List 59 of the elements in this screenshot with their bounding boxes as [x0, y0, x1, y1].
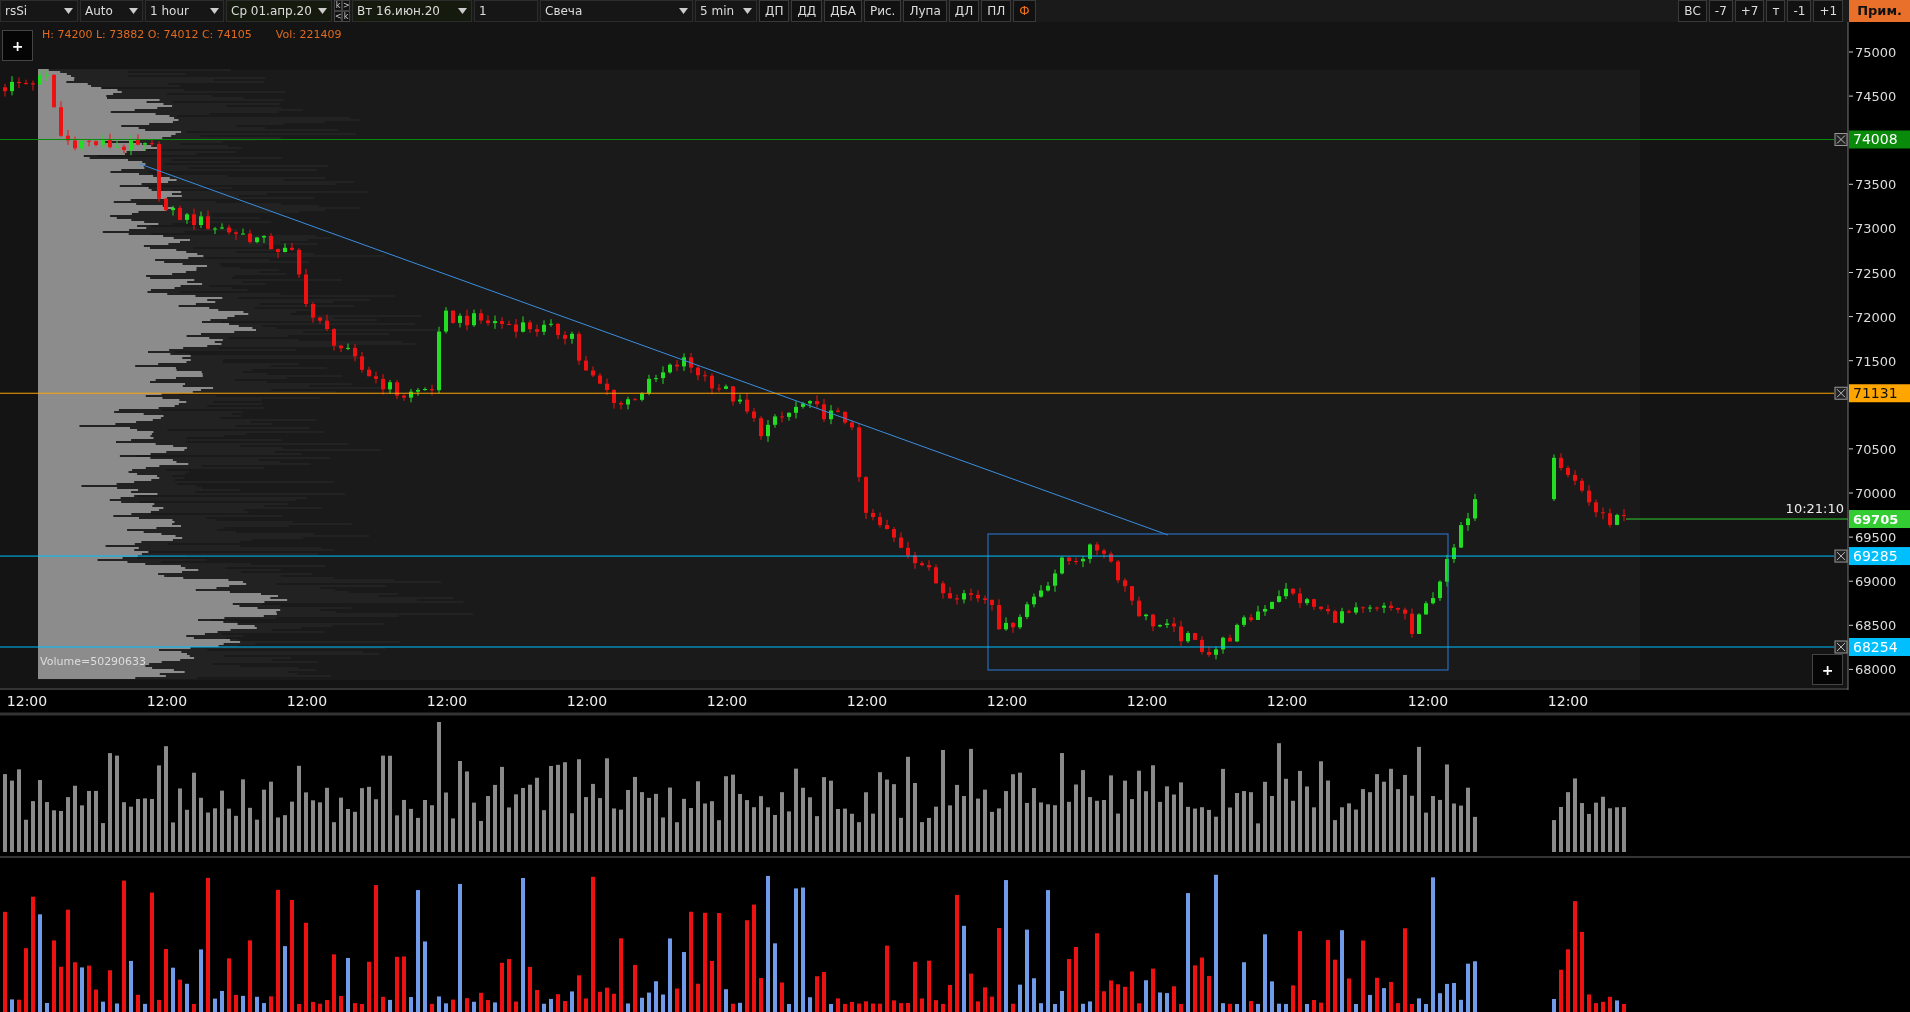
- tool-button[interactable]: ДЛ: [948, 0, 980, 22]
- price-label: 74008: [1849, 130, 1910, 149]
- toolbar-button[interactable]: +7: [1734, 0, 1765, 22]
- price-tick: 70500: [1848, 441, 1897, 457]
- time-tick: 12:00: [6, 693, 48, 709]
- price-tick: 75000: [1848, 45, 1897, 60]
- add-button[interactable]: +: [1812, 654, 1843, 685]
- instrument-dropdown[interactable]: rsSi: [0, 0, 78, 22]
- time-tick: 12:00: [846, 693, 888, 709]
- interval-dropdown[interactable]: 1 hour: [145, 0, 224, 22]
- price-tick: 73500: [1848, 177, 1897, 193]
- add-button[interactable]: +: [2, 30, 33, 61]
- price-label: 68254: [1849, 638, 1910, 656]
- toolbar-button[interactable]: -1: [1787, 0, 1812, 22]
- price-tick: 69000: [1848, 574, 1897, 590]
- price-tick: 68500: [1848, 618, 1897, 634]
- price-tick: 69500: [1848, 530, 1897, 546]
- price-tick: 74500: [1848, 89, 1897, 105]
- price-tick: 70000: [1848, 486, 1897, 501]
- time-tick: 12:00: [286, 693, 328, 709]
- price-label: 71131: [1849, 384, 1910, 403]
- price-tick: 72500: [1848, 265, 1897, 281]
- time-tick: 12:00: [1407, 693, 1449, 709]
- chart-type-dropdown[interactable]: Свеча: [540, 0, 693, 22]
- tool-button[interactable]: Лупа: [903, 0, 947, 22]
- current-price-label: 69705: [1849, 510, 1910, 528]
- tool-button[interactable]: ПЛ: [981, 0, 1012, 22]
- date-to-dropdown[interactable]: Вт 16.июн.20: [352, 0, 472, 22]
- date-from-dropdown[interactable]: Ср 01.апр.20: [226, 0, 332, 22]
- sub-interval-dropdown[interactable]: 5 min: [695, 0, 757, 22]
- tool-button[interactable]: Ф: [1013, 0, 1036, 22]
- tool-button[interactable]: ДБА: [824, 0, 862, 22]
- time-tick: 12:00: [566, 693, 608, 709]
- time-tick: 12:00: [1266, 693, 1308, 709]
- tool-button[interactable]: ДД: [791, 0, 823, 22]
- toolbar-button[interactable]: +1: [1813, 0, 1844, 22]
- scale-dropdown[interactable]: Auto: [80, 0, 143, 22]
- time-tick: 12:00: [1126, 693, 1168, 709]
- price-tick: 71500: [1848, 353, 1897, 369]
- ohlc-info: H: 74200 L: 73882 O: 74012 C: 74105: [42, 28, 252, 41]
- price-tick: 73000: [1848, 221, 1897, 237]
- tool-button[interactable]: ДП: [759, 0, 790, 22]
- count-field[interactable]: 1: [474, 0, 538, 22]
- time-tick: 12:00: [706, 693, 748, 709]
- price-tick: 68000: [1848, 662, 1897, 678]
- volume-total-label: Volume=50290633: [40, 655, 147, 668]
- time-tick: 12:00: [986, 693, 1028, 709]
- toolbar-button[interactable]: -7: [1708, 0, 1733, 22]
- time-tick: 12:00: [426, 693, 468, 709]
- time-tick: 12:00: [1547, 693, 1589, 709]
- toolbar-button[interactable]: т: [1766, 0, 1786, 22]
- tool-button[interactable]: Рис.: [864, 0, 902, 22]
- time-tick: 12:00: [146, 693, 188, 709]
- price-tick: 72000: [1848, 309, 1897, 325]
- price-label: 69285: [1849, 547, 1910, 566]
- toolbar-button[interactable]: ВС: [1678, 0, 1707, 22]
- clock-time: 10:21:10: [1785, 501, 1844, 516]
- volume-info: Vol: 221409: [275, 28, 342, 41]
- apply-button[interactable]: Прим.: [1849, 0, 1910, 22]
